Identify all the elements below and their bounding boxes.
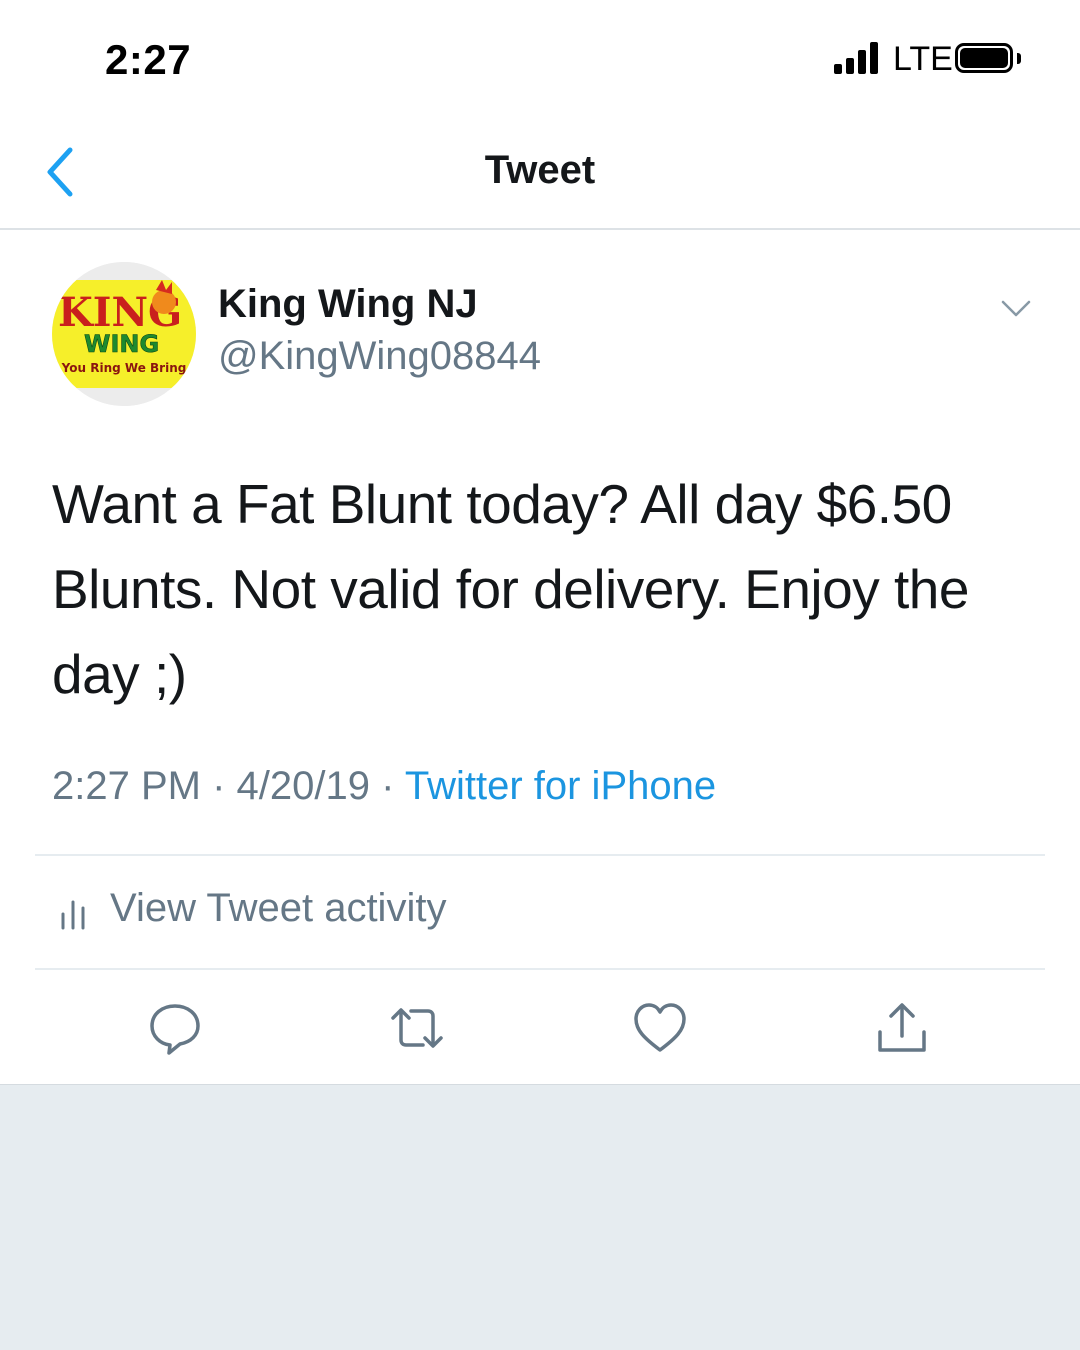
tweet-time: 2:27 PM [52,764,201,808]
share-icon[interactable] [874,1000,930,1056]
network-type: LTE [893,40,953,78]
navigation-bar: Tweet [0,110,1080,230]
divider [35,854,1045,856]
status-bar: 2:27 LTE [0,0,1080,110]
king-wing-logo: KING WING You Ring We Bring [52,262,196,406]
signal-strength-icon [834,42,884,74]
heart-icon[interactable] [632,1000,688,1056]
page-title: Tweet [484,148,596,192]
view-tweet-activity-label: View Tweet activity [110,886,447,930]
battery-icon [955,43,1021,73]
status-time: 2:27 [105,36,192,83]
meta-separator: · [381,764,395,808]
logo-line2: WING [84,330,159,358]
tweet-metadata: 2:27 PM · 4/20/19 · Twitter for iPhone [52,764,716,809]
tweet-source-link[interactable]: Twitter for iPhone [405,764,716,808]
meta-separator: · [212,764,226,808]
avatar[interactable]: KING WING You Ring We Bring [52,262,196,406]
tweet-date: 4/20/19 [236,764,371,808]
logo-tagline: You Ring We Bring [61,361,187,375]
reply-icon[interactable] [147,1000,203,1056]
tweet-text: Want a Fat Blunt today? All day $6.50 Bl… [52,473,969,705]
empty-background-area [0,1084,1080,1350]
chevron-down-icon[interactable] [1000,298,1032,320]
bar-chart-icon [61,900,85,930]
retweet-icon[interactable] [389,1000,445,1056]
author-handle[interactable]: @KingWing08844 [218,334,541,379]
divider [35,968,1045,970]
author-name[interactable]: King Wing NJ [218,282,478,327]
